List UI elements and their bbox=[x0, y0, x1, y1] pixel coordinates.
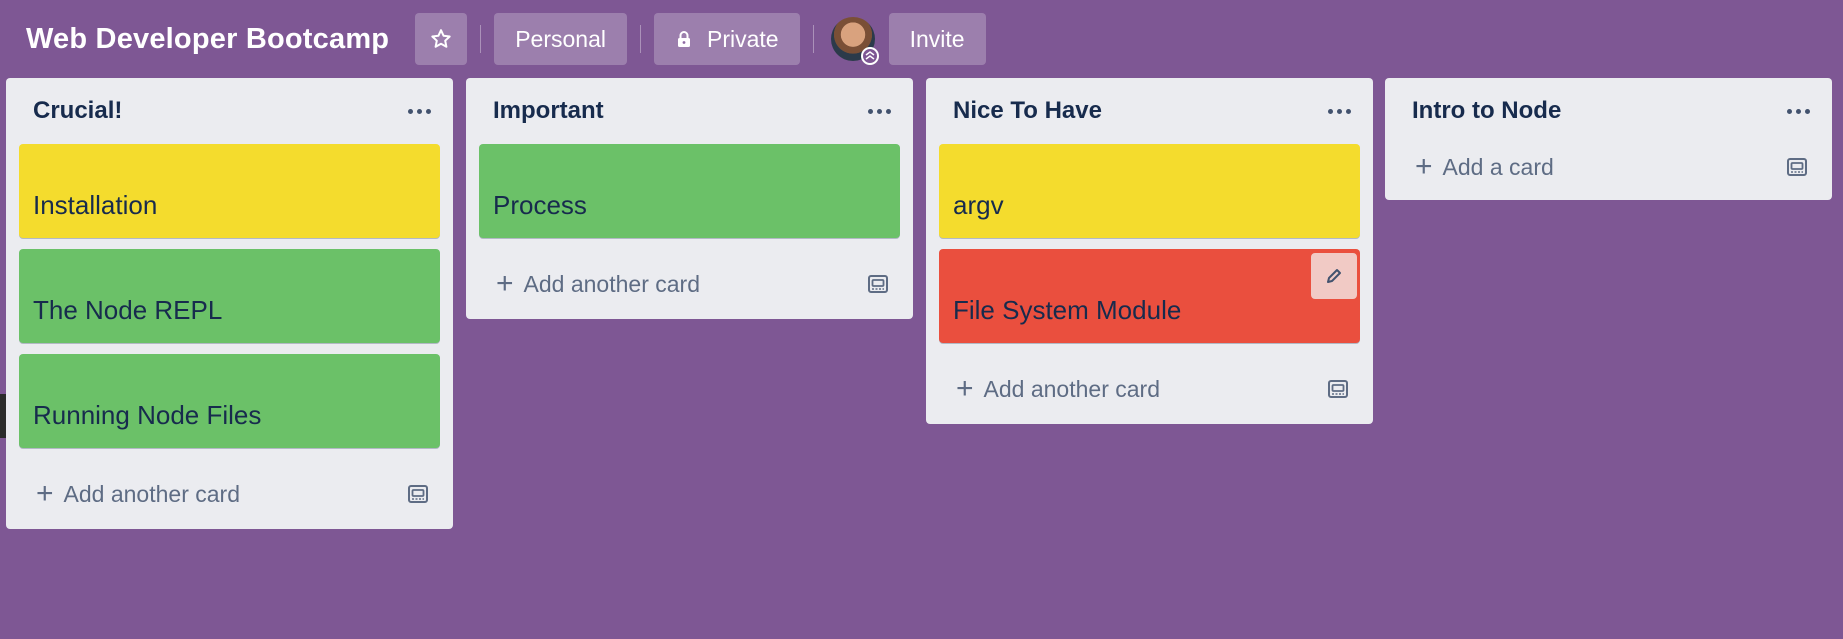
add-card-label: Add another card bbox=[523, 270, 700, 297]
card[interactable]: Process bbox=[479, 144, 900, 238]
visibility-label: Private bbox=[707, 25, 779, 52]
plus-icon: + bbox=[956, 372, 974, 405]
list-title[interactable]: Intro to Node bbox=[1412, 97, 1561, 125]
board-header: Web Developer Bootcamp Personal Private … bbox=[0, 0, 1843, 78]
list-header: Intro to Node bbox=[1385, 78, 1832, 144]
card-title: Process bbox=[493, 190, 587, 220]
header-divider bbox=[640, 25, 641, 53]
template-icon[interactable] bbox=[1786, 157, 1808, 177]
add-card-label: Add another card bbox=[983, 375, 1160, 402]
card-title: Running Node Files bbox=[33, 400, 262, 430]
card[interactable]: Installation bbox=[19, 144, 440, 238]
add-card-row: + Add another card bbox=[926, 354, 1373, 424]
admin-badge-icon bbox=[860, 47, 879, 65]
plus-icon: + bbox=[36, 477, 54, 510]
list-crucial: Crucial! Installation The Node REPL Runn… bbox=[6, 78, 453, 529]
list-title[interactable]: Crucial! bbox=[33, 97, 122, 125]
plus-icon: + bbox=[496, 267, 514, 300]
add-card-label: Add a card bbox=[1442, 153, 1554, 180]
pencil-icon bbox=[1327, 269, 1341, 283]
list-menu-icon[interactable] bbox=[1328, 108, 1351, 114]
add-card-row: + Add another card bbox=[466, 249, 913, 319]
edit-card-button[interactable] bbox=[1311, 253, 1357, 299]
board-title[interactable]: Web Developer Bootcamp bbox=[26, 23, 389, 56]
visibility-button[interactable]: Private bbox=[654, 13, 800, 65]
add-card-label: Add another card bbox=[63, 480, 240, 507]
personal-button[interactable]: Personal bbox=[494, 13, 627, 65]
list-header: Nice To Have bbox=[926, 78, 1373, 144]
list-menu-icon[interactable] bbox=[868, 108, 891, 114]
list-title[interactable]: Important bbox=[493, 97, 604, 125]
add-card-row: + Add a card bbox=[1385, 140, 1832, 200]
add-card-button[interactable]: + Add a card bbox=[1415, 152, 1554, 182]
list-menu-icon[interactable] bbox=[1787, 108, 1810, 114]
add-card-button[interactable]: + Add another card bbox=[496, 269, 700, 299]
card[interactable]: Running Node Files bbox=[19, 354, 440, 448]
lock-icon bbox=[675, 29, 693, 49]
template-icon[interactable] bbox=[1327, 379, 1349, 399]
template-icon[interactable] bbox=[407, 484, 429, 504]
add-card-button[interactable]: + Add another card bbox=[36, 479, 240, 509]
invite-button[interactable]: Invite bbox=[888, 13, 986, 65]
header-divider bbox=[480, 25, 482, 53]
list-title[interactable]: Nice To Have bbox=[953, 97, 1102, 125]
card-title: File System Module bbox=[953, 295, 1182, 325]
card-title: The Node REPL bbox=[33, 295, 223, 325]
card[interactable]: The Node REPL bbox=[19, 249, 440, 343]
list-important: Important Process + Add another card bbox=[466, 78, 913, 319]
list-menu-icon[interactable] bbox=[408, 108, 431, 114]
card-title: Installation bbox=[33, 190, 158, 220]
header-divider bbox=[812, 25, 814, 53]
card[interactable]: File System Module bbox=[939, 249, 1360, 343]
card-title: argv bbox=[953, 190, 1004, 220]
star-button[interactable] bbox=[415, 13, 468, 65]
add-card-row: + Add another card bbox=[6, 459, 453, 529]
card[interactable]: argv bbox=[939, 144, 1360, 238]
plus-icon: + bbox=[1415, 150, 1433, 183]
avatar[interactable] bbox=[830, 17, 879, 65]
add-card-button[interactable]: + Add another card bbox=[956, 374, 1160, 404]
star-icon bbox=[431, 29, 451, 48]
template-icon[interactable] bbox=[867, 274, 889, 294]
list-header: Crucial! bbox=[6, 78, 453, 144]
list-nice-to-have: Nice To Have argv File System Module + A… bbox=[926, 78, 1373, 424]
list-intro-to-node: Intro to Node + Add a card bbox=[1385, 78, 1832, 200]
list-header: Important bbox=[466, 78, 913, 144]
